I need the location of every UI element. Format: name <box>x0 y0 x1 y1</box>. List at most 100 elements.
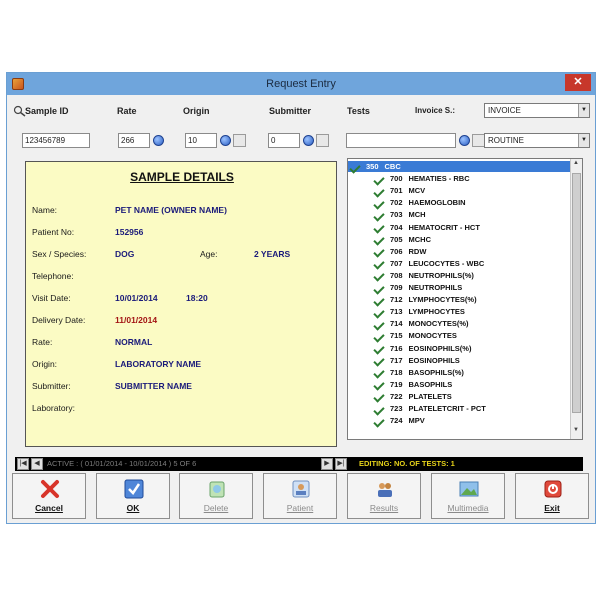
ok-button[interactable]: OK <box>96 473 170 519</box>
test-list-item[interactable]: 702 HAEMOGLOBIN <box>348 197 570 208</box>
test-list-item[interactable]: 717 EOSINOPHILS <box>348 355 570 366</box>
scroll-thumb[interactable] <box>572 173 581 413</box>
rate-input[interactable]: 266 <box>118 133 150 148</box>
test-list-item[interactable]: 715 MONOCYTES <box>348 330 570 341</box>
check-icon[interactable] <box>374 405 386 414</box>
check-icon[interactable] <box>374 175 386 184</box>
check-icon[interactable] <box>374 344 386 353</box>
rate-label: Rate <box>117 106 137 116</box>
test-list-item[interactable]: 709 NEUTROPHILS <box>348 282 570 293</box>
results-button[interactable]: Results <box>347 473 421 519</box>
test-list-item[interactable]: 714 MONOCYTES(%) <box>348 318 570 329</box>
invoice-select[interactable]: INVOICE ▼ <box>484 103 590 118</box>
panel-check-icon[interactable] <box>350 163 362 172</box>
exit-button[interactable]: Exit <box>515 473 589 519</box>
submitter-add-button[interactable] <box>316 134 329 147</box>
check-icon[interactable] <box>374 392 386 401</box>
test-name: EOSINOPHILS(%) <box>408 343 472 353</box>
test-name: HEMATIES - RBC <box>408 174 470 184</box>
prev-record-icon[interactable]: ◀ <box>31 458 43 470</box>
test-list-item[interactable]: 703 MCH <box>348 209 570 220</box>
visit-date-label: Visit Date: <box>32 293 71 303</box>
test-list-item[interactable]: 713 LYMPHOCYTES <box>348 306 570 317</box>
check-icon[interactable] <box>374 356 386 365</box>
test-name: CBC <box>384 162 401 171</box>
test-list-item[interactable]: 712 LYMPHOCYTES(%) <box>348 294 570 305</box>
test-list-item[interactable]: 723 PLATELETCRIT - PCT <box>348 403 570 414</box>
rate-lookup-icon[interactable] <box>153 135 164 146</box>
sample-details-heading: SAMPLE DETAILS <box>130 170 234 184</box>
test-list-item[interactable]: 718 BASOPHILS(%) <box>348 367 570 378</box>
delete-button[interactable]: Delete <box>179 473 253 519</box>
submitter-input[interactable]: 0 <box>268 133 300 148</box>
origin-input[interactable]: 10 <box>185 133 217 148</box>
test-list-item[interactable]: 707 LEUCOCYTES - WBC <box>348 258 570 269</box>
check-icon[interactable] <box>374 187 386 196</box>
check-icon[interactable] <box>374 271 386 280</box>
test-list-item[interactable]: 350 CBC <box>348 161 570 172</box>
cancel-button[interactable]: Cancel <box>12 473 86 519</box>
test-list-item[interactable]: 705 MCHC <box>348 234 570 245</box>
check-icon[interactable] <box>374 259 386 268</box>
test-code: 702 <box>390 198 403 208</box>
test-code: 722 <box>390 391 403 401</box>
cancel-icon <box>40 479 60 499</box>
check-icon[interactable] <box>374 284 386 293</box>
test-code: 715 <box>390 331 403 341</box>
test-list-item[interactable]: 704 HEMATOCRIT - HCT <box>348 222 570 233</box>
test-code: 700 <box>390 174 403 184</box>
scroll-down-icon[interactable]: ▼ <box>571 427 581 437</box>
tests-scrollbar[interactable]: ▲ ▼ <box>570 159 582 439</box>
sample-id-input[interactable]: 123456789 <box>22 133 90 148</box>
test-code: 723 <box>390 404 403 413</box>
check-icon[interactable] <box>374 211 386 220</box>
test-list-item[interactable]: 700 HEMATIES - RBC <box>348 173 570 184</box>
check-icon[interactable] <box>374 223 386 232</box>
test-list-item[interactable]: 708 NEUTROPHILS(%) <box>348 270 570 281</box>
check-icon[interactable] <box>374 332 386 341</box>
submitter-lookup-icon[interactable] <box>303 135 314 146</box>
test-name: LEUCOCYTES - WBC <box>408 258 485 268</box>
test-name: MONOCYTES <box>408 331 457 341</box>
check-icon[interactable] <box>374 320 386 329</box>
tests-list[interactable]: 350 CBC 700 HEMATIES - RBC 701 MCV 702 HAEMOGLO… <box>347 158 583 440</box>
check-icon[interactable] <box>374 368 386 377</box>
check-icon[interactable] <box>374 380 386 389</box>
test-list-item[interactable]: 719 BASOPHILS <box>348 379 570 390</box>
sex-species-label: Sex / Species: <box>32 249 87 259</box>
origin-lookup-icon[interactable] <box>220 135 231 146</box>
test-list-item[interactable]: 724 MPV <box>348 415 570 426</box>
first-record-icon[interactable]: |◀ <box>17 458 29 470</box>
check-icon[interactable] <box>374 308 386 317</box>
age-label: Age: <box>200 249 218 259</box>
test-name: BASOPHILS(%) <box>408 367 464 377</box>
test-list-item[interactable]: 716 EOSINOPHILS(%) <box>348 343 570 354</box>
tests-input[interactable] <box>346 133 456 148</box>
scroll-up-icon[interactable]: ▲ <box>571 160 581 170</box>
check-icon[interactable] <box>374 296 386 305</box>
test-list-item[interactable]: 706 RDW <box>348 246 570 257</box>
visit-time-value: 18:20 <box>186 293 208 303</box>
check-icon[interactable] <box>374 247 386 256</box>
test-name: PLATELETCRIT - PCT <box>408 404 486 413</box>
priority-select[interactable]: ROUTINE ▼ <box>484 133 590 148</box>
check-icon[interactable] <box>374 417 386 426</box>
check-icon[interactable] <box>374 199 386 208</box>
test-list-item[interactable]: 701 MCV <box>348 185 570 196</box>
chevron-down-icon: ▼ <box>578 134 589 147</box>
check-icon[interactable] <box>374 235 386 244</box>
invoice-select-value: INVOICE <box>488 106 521 115</box>
next-record-icon[interactable]: ▶ <box>321 458 333 470</box>
last-record-icon[interactable]: ▶| <box>335 458 347 470</box>
test-name: LYMPHOCYTES <box>408 307 465 317</box>
origin-add-button[interactable] <box>233 134 246 147</box>
test-code: 708 <box>390 270 403 280</box>
exit-icon <box>543 479 563 499</box>
close-button[interactable]: ✕ <box>565 74 591 91</box>
multimedia-button[interactable]: Multimedia <box>431 473 505 519</box>
patient-button[interactable]: Patient <box>263 473 337 519</box>
tests-lookup-icon[interactable] <box>459 135 470 146</box>
test-code: 713 <box>390 307 403 317</box>
test-list-item[interactable]: 722 PLATELETS <box>348 391 570 402</box>
test-name: MCH <box>408 210 426 220</box>
